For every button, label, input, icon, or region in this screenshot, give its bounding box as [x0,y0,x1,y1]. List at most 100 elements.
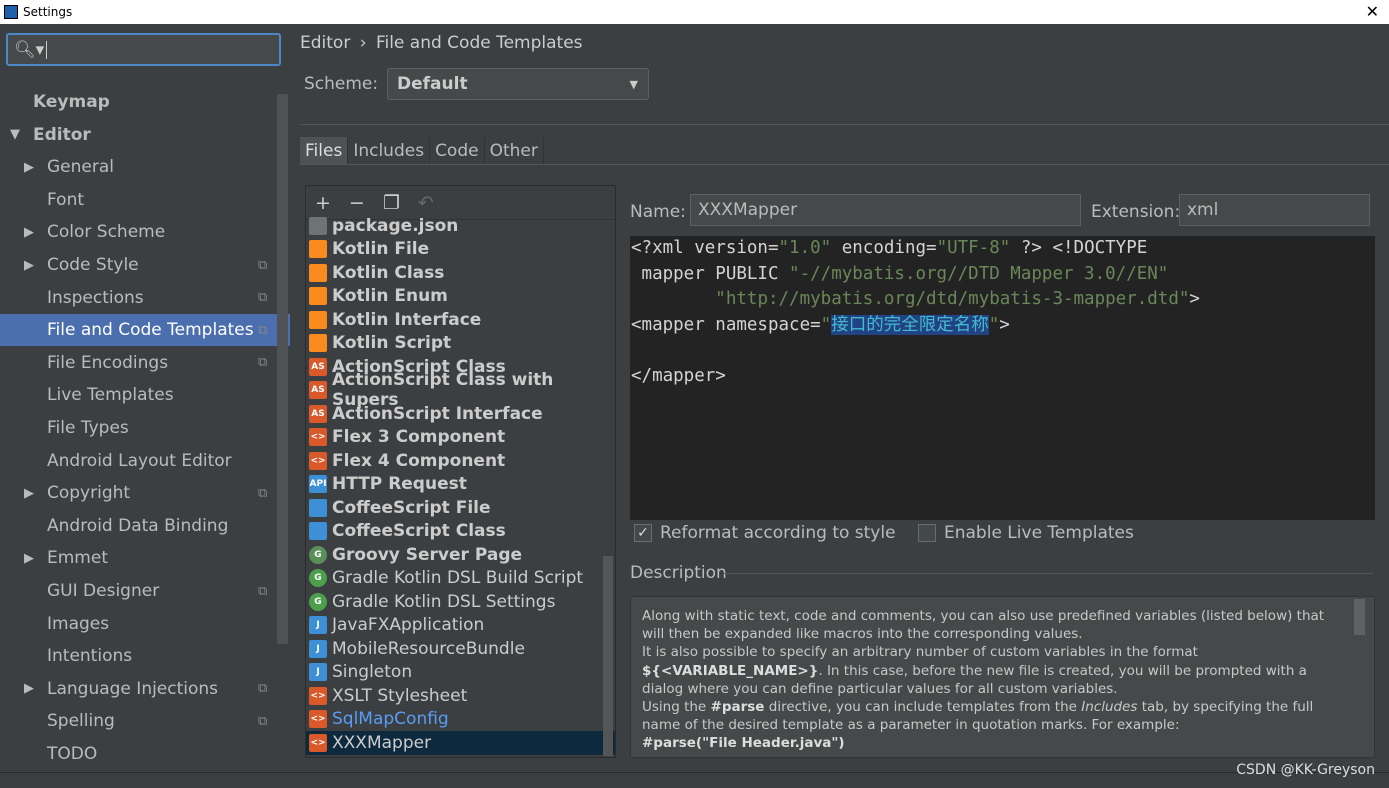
template-name: CoffeeScript Class [332,521,506,542]
remove-icon[interactable]: − [349,192,365,214]
list-item[interactable]: Kotlin File [306,238,615,262]
sidebar-item-label: Code Style [47,255,139,275]
as-file-icon: AS [309,357,327,376]
scheme-dropdown[interactable]: Default ▼ [387,68,649,100]
sidebar-item-live-templates[interactable]: Live Templates [0,379,277,411]
sidebar-item-file-types[interactable]: File Types [0,412,277,444]
list-item[interactable]: G Gradle Kotlin DSL Settings [306,590,615,614]
sidebar-item-file-encodings[interactable]: File Encodings ⧉ [0,347,277,379]
template-name: Kotlin Class [332,262,445,283]
sidebar-item-copyright[interactable]: ▶ Copyright ⧉ [0,477,277,509]
sidebar-item-general[interactable]: ▶ General [0,151,277,183]
tab-other[interactable]: Other [485,137,544,165]
sidebar-item-emmet[interactable]: ▶ Emmet [0,542,277,574]
main-panel: Editor › File and Code Templates Scheme:… [290,24,1389,772]
sidebar-item-label: Copyright [47,483,131,504]
template-name: MobileResourceBundle [332,638,525,659]
sidebar-item-todo[interactable]: TODO [0,738,277,770]
list-item[interactable]: J JavaFXApplication [306,614,615,638]
coffee-file-icon [309,522,327,541]
sidebar-item-editor[interactable]: ▼ Editor [0,119,277,151]
project-settings-icon: ⧉ [258,290,268,306]
list-item[interactable]: J MobileResourceBundle [306,637,615,661]
sidebar-item-inspections[interactable]: Inspections ⧉ [0,282,277,314]
sidebar-item-code-style[interactable]: ▶ Code Style ⧉ [0,249,277,281]
list-item[interactable]: AS ActionScript Class with Supers [306,370,615,410]
sidebar-item-intentions[interactable]: Intentions [0,640,277,672]
copy-icon[interactable]: ❐ [383,192,400,214]
list-scrollbar[interactable] [603,556,613,756]
expand-arrow-icon[interactable]: ▼ [10,127,20,142]
list-item[interactable]: G Gradle Kotlin DSL Build Script [306,567,615,591]
sidebar-item-file-and-code-templates[interactable]: File and Code Templates ⧉ [0,314,290,347]
list-item[interactable]: <> XXXMapper [306,731,615,755]
sidebar-item-keymap[interactable]: Keymap [0,86,277,118]
name-input[interactable]: XXXMapper [690,194,1081,226]
xml-file-icon: <> [309,733,327,752]
list-item[interactable]: J Singleton [306,661,615,685]
j-file-icon: J [309,616,327,635]
window-title: Settings [23,5,73,19]
sidebar-item-android-data-binding[interactable]: Android Data Binding [0,510,277,542]
search-input[interactable]: 🔍︎▾ [6,33,281,66]
tab-includes[interactable]: Includes [348,137,431,165]
sidebar-item-language-injections[interactable]: ▶ Language Injections ⧉ [0,673,277,705]
sidebar-item-images[interactable]: Images [0,608,277,640]
sidebar-item-font[interactable]: Font [0,184,277,216]
sidebar-item-label: TODO [47,744,98,764]
collapse-arrow-icon[interactable]: ▶ [24,681,34,696]
list-item[interactable]: <> Flex 4 Component [306,449,615,473]
list-item[interactable]: AS ActionScript Interface [306,402,615,426]
sidebar-item-label: General [47,157,114,178]
enable-live-templates-checkbox[interactable]: Enable Live Templates [918,523,1134,543]
j-file-icon: J [309,639,327,658]
collapse-arrow-icon[interactable]: ▶ [24,258,34,273]
list-item[interactable]: CoffeeScript Class [306,520,615,544]
sidebar-item-gui-designer[interactable]: GUI Designer ⧉ [0,575,277,607]
tab-files[interactable]: Files [300,137,349,165]
reformat-checkbox[interactable]: ✓ Reformat according to style [634,523,896,543]
settings-sidebar: 🔍︎▾ Keymap ▼ Editor ▶ General Font ▶ Color Sche… [0,24,290,772]
list-item[interactable]: <> XSLT Stylesheet [306,684,615,708]
list-item[interactable]: <> SqlMapConfig [306,708,615,732]
description-label: Description [630,563,727,583]
list-item[interactable]: <> Flex 3 Component [306,426,615,450]
sidebar-item-android-layout-editor[interactable]: Android Layout Editor [0,445,277,477]
list-item[interactable]: Kotlin Class [306,261,615,285]
sidebar-item-label: Font [47,189,85,210]
list-item[interactable]: Kotlin Script [306,332,615,356]
collapse-arrow-icon[interactable]: ▶ [24,486,34,501]
sidebar-item-label: Images [47,613,110,634]
list-item[interactable]: Kotlin Interface [306,308,615,332]
sidebar-item-label: File Encodings [47,352,169,373]
collapse-arrow-icon[interactable]: ▶ [24,225,34,240]
breadcrumb-parent[interactable]: Editor [300,33,350,53]
divider [300,164,1389,165]
collapse-arrow-icon[interactable]: ▶ [24,551,34,566]
template-name: package.json [332,215,459,236]
template-name: Groovy Server Page [332,544,523,565]
list-item[interactable]: G Groovy Server Page [306,543,615,567]
sidebar-item-spelling[interactable]: Spelling ⧉ [0,705,277,737]
list-item[interactable]: CoffeeScript File [306,496,615,520]
template-name: ActionScript Interface [332,403,543,424]
collapse-arrow-icon[interactable]: ▶ [24,160,34,175]
extension-input[interactable]: xml [1179,194,1370,226]
list-item[interactable]: Kotlin Enum [306,285,615,309]
close-icon[interactable]: ✕ [1366,2,1379,21]
reset-icon[interactable]: ↶ [418,192,434,214]
template-tabs: Files Includes Code Other [300,137,544,165]
add-icon[interactable]: + [315,192,331,214]
description-scrollbar[interactable] [1354,599,1365,635]
json-file-icon [309,216,327,235]
sidebar-scrollbar[interactable] [277,94,288,644]
list-item[interactable]: package.json [306,214,615,238]
search-icon: 🔍︎▾ [14,39,45,60]
sidebar-item-color-scheme[interactable]: ▶ Color Scheme [0,216,277,248]
list-item[interactable]: API HTTP Request [306,473,615,497]
tab-code[interactable]: Code [430,137,485,165]
sidebar-item-label: Spelling [47,711,115,732]
breadcrumb-current: File and Code Templates [375,33,583,53]
divider [723,573,1373,574]
template-code-editor[interactable]: <?xml version="1.0" encoding="UTF-8" ?> … [630,236,1375,520]
